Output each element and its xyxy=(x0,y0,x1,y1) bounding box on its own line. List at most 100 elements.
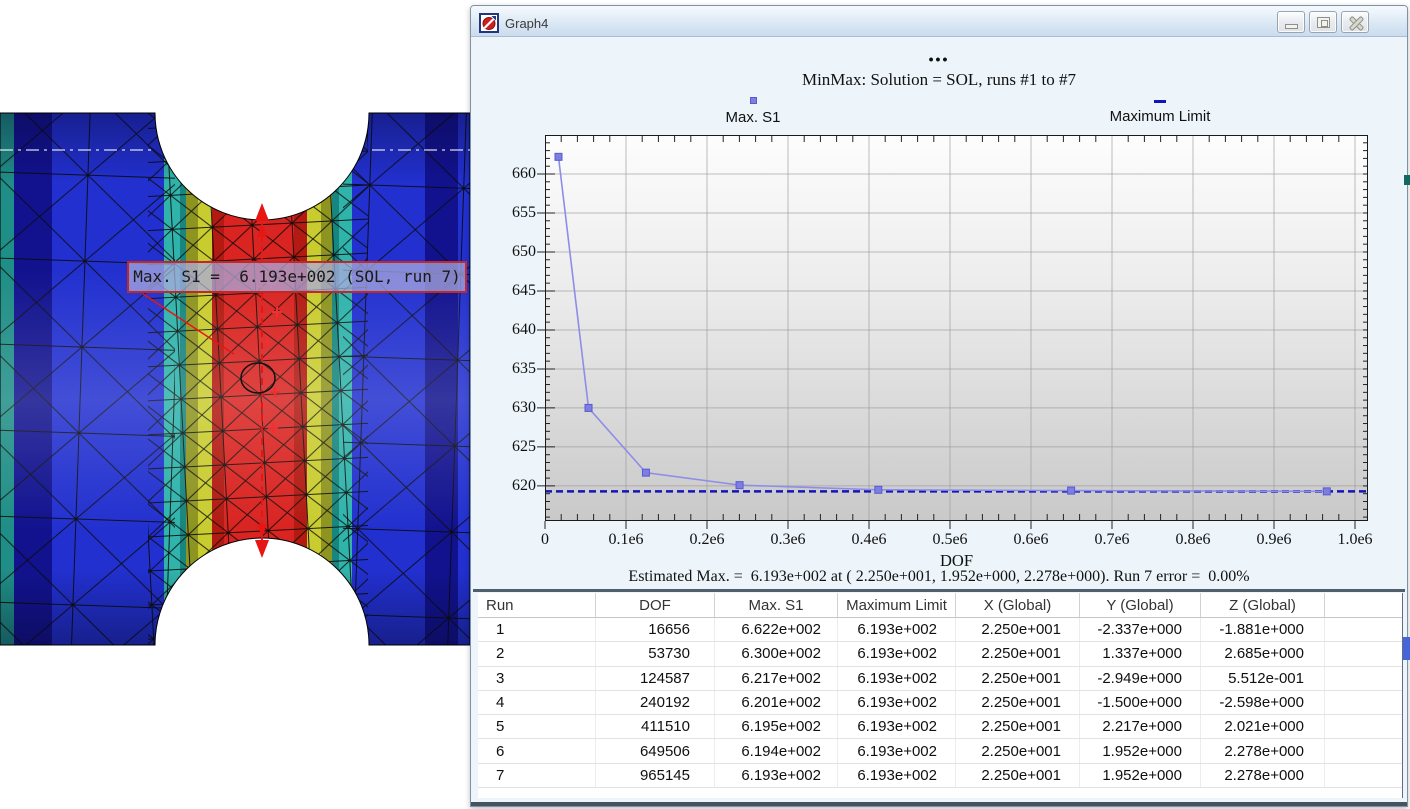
fea-viewport[interactable]: Max. S1 = 6.193e+002 (SOL, run 7) xyxy=(0,0,470,809)
table-cell xyxy=(1325,667,1402,690)
limit-dash-icon xyxy=(1154,100,1166,103)
legend-label: Max. S1 xyxy=(725,109,780,126)
maximize-icon xyxy=(1317,17,1330,28)
table-cell: 1 xyxy=(478,618,596,641)
table-cell: 53730 xyxy=(596,642,715,665)
y-tick-label: 620 xyxy=(473,476,536,496)
table-cell: 6.193e+002 xyxy=(838,739,956,762)
table-cell: 2.250e+001 xyxy=(956,642,1080,665)
table-cell: 1.952e+000 xyxy=(1080,764,1201,787)
table-cell: 2.250e+001 xyxy=(956,618,1080,641)
maximize-button[interactable] xyxy=(1309,11,1337,33)
column-header[interactable] xyxy=(1325,593,1402,617)
column-header[interactable]: DOF xyxy=(596,593,715,617)
close-button[interactable] xyxy=(1341,11,1369,33)
column-header[interactable]: X (Global) xyxy=(956,593,1080,617)
y-tick-label: 660 xyxy=(473,164,536,184)
table-cell: 2.278e+000 xyxy=(1201,739,1325,762)
legend-max-s1: Max. S1 xyxy=(708,97,798,126)
table-cell: 6.194e+002 xyxy=(715,739,838,762)
table-cell: 6.193e+002 xyxy=(838,715,956,738)
table-cell xyxy=(1325,739,1402,762)
table-cell: 2.217e+000 xyxy=(1080,715,1201,738)
table-cell: 2.250e+001 xyxy=(956,764,1080,787)
graph-content: ••• MinMax: Solution = SOL, runs #1 to #… xyxy=(473,37,1405,802)
table-cell: 965145 xyxy=(596,764,715,787)
max-annotation[interactable]: Max. S1 = 6.193e+002 (SOL, run 7) xyxy=(127,261,467,293)
table-cell xyxy=(1325,764,1402,787)
minmax-table: RunDOFMax. S1Maximum LimitX (Global)Y (G… xyxy=(478,593,1403,798)
table-cell xyxy=(1325,691,1402,714)
legend-maximum-limit: Maximum Limit xyxy=(1100,97,1220,125)
column-header[interactable]: Y (Global) xyxy=(1080,593,1201,617)
table-cell: 240192 xyxy=(596,691,715,714)
splitter[interactable] xyxy=(473,589,1405,592)
table-cell: 7 xyxy=(478,764,596,787)
table-cell: 16656 xyxy=(596,618,715,641)
table-cell: 6.201e+002 xyxy=(715,691,838,714)
table-row[interactable]: 31245876.217e+0026.193e+0022.250e+001-2.… xyxy=(478,667,1402,691)
table-cell: 411510 xyxy=(596,715,715,738)
x-tick-label: 0.3e6 xyxy=(753,531,823,549)
table-cell: 6.193e+002 xyxy=(838,618,956,641)
table-cell: -2.598e+000 xyxy=(1201,691,1325,714)
table-cell: 124587 xyxy=(596,667,715,690)
table-row[interactable]: 66495066.194e+0026.193e+0022.250e+0011.9… xyxy=(478,739,1402,763)
table-cell: 6.300e+002 xyxy=(715,642,838,665)
close-icon xyxy=(1348,16,1363,29)
edge-artifact-blue xyxy=(1403,637,1410,660)
table-cell: 6 xyxy=(478,739,596,762)
table-cell: 2.685e+000 xyxy=(1201,642,1325,665)
x-tick-label: 0.8e6 xyxy=(1158,531,1228,549)
column-header[interactable]: Run xyxy=(478,593,596,617)
table-cell: 4 xyxy=(478,691,596,714)
table-cell: 6.622e+002 xyxy=(715,618,838,641)
x-tick-label: 0.1e6 xyxy=(591,531,661,549)
table-cell: -1.500e+000 xyxy=(1080,691,1201,714)
chart-title: MinMax: Solution = SOL, runs #1 to #7 xyxy=(473,70,1405,90)
minimize-button[interactable] xyxy=(1277,11,1305,33)
column-header[interactable]: Z (Global) xyxy=(1201,593,1325,617)
table-cell: 2 xyxy=(478,642,596,665)
table-cell: 6.193e+002 xyxy=(838,667,956,690)
window-title: Graph4 xyxy=(505,16,548,31)
y-tick-label: 645 xyxy=(473,281,536,301)
table-cell: 6.193e+002 xyxy=(838,691,956,714)
table-cell: 2.021e+000 xyxy=(1201,715,1325,738)
table-cell xyxy=(1325,642,1402,665)
estimated-max-text: Estimated Max. = 6.193e+002 at ( 2.250e+… xyxy=(473,568,1405,586)
column-header[interactable]: Maximum Limit xyxy=(838,593,956,617)
x-tick-label: 0.4e6 xyxy=(834,531,904,549)
table-row[interactable]: 79651456.193e+0026.193e+0022.250e+0011.9… xyxy=(478,764,1402,788)
y-tick-label: 640 xyxy=(473,320,536,340)
table-cell: 2.250e+001 xyxy=(956,715,1080,738)
screen: Max. S1 = 6.193e+002 (SOL, run 7) Graph4… xyxy=(0,0,1410,809)
table-cell: -2.337e+000 xyxy=(1080,618,1201,641)
graph-window: Graph4 ••• MinMax: Solution = SOL, runs … xyxy=(470,5,1408,807)
table-cell: 6.195e+002 xyxy=(715,715,838,738)
convergence-plot[interactable] xyxy=(545,135,1368,521)
x-tick-label: 0 xyxy=(510,531,580,549)
titlebar[interactable]: Graph4 xyxy=(471,6,1407,37)
column-header[interactable]: Max. S1 xyxy=(715,593,838,617)
y-tick-label: 625 xyxy=(473,437,536,457)
x-tick-label: 0.7e6 xyxy=(1077,531,1147,549)
x-tick-label: 0.6e6 xyxy=(996,531,1066,549)
overflow-dots[interactable]: ••• xyxy=(473,51,1405,67)
app-icon xyxy=(479,13,499,33)
table-header-row: RunDOFMax. S1Maximum LimitX (Global)Y (G… xyxy=(478,593,1402,618)
x-tick-label: 0.9e6 xyxy=(1239,531,1309,549)
x-tick-label: 0.2e6 xyxy=(672,531,742,549)
y-tick-label: 655 xyxy=(473,203,536,223)
table-row[interactable]: 54115106.195e+0026.193e+0022.250e+0012.2… xyxy=(478,715,1402,739)
table-row[interactable]: 1166566.622e+0026.193e+0022.250e+001-2.3… xyxy=(478,618,1402,642)
legend-label: Maximum Limit xyxy=(1110,108,1211,125)
x-tick-label: 1.0e6 xyxy=(1320,531,1390,549)
table-cell: 5.512e-001 xyxy=(1201,667,1325,690)
table-row[interactable]: 2537306.300e+0026.193e+0022.250e+0011.33… xyxy=(478,642,1402,666)
y-tick-label: 635 xyxy=(473,359,536,379)
table-cell: -1.881e+000 xyxy=(1201,618,1325,641)
table-row[interactable]: 42401926.201e+0026.193e+0022.250e+001-1.… xyxy=(478,691,1402,715)
table-cell: 6.193e+002 xyxy=(838,764,956,787)
table-cell: 2.278e+000 xyxy=(1201,764,1325,787)
